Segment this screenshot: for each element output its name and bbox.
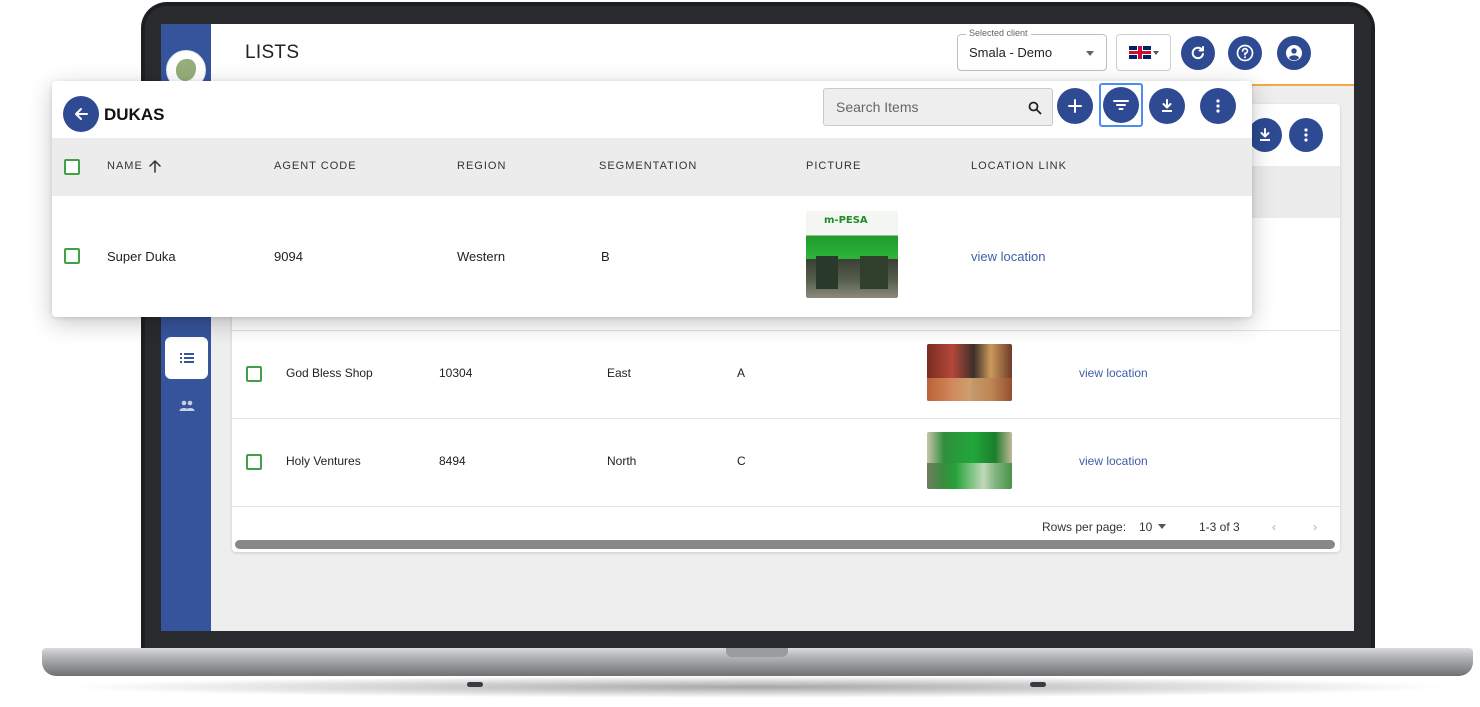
pagination: Rows per page: 10 1-3 of 3 ‹ › <box>232 506 1340 540</box>
plus-icon <box>1068 99 1082 113</box>
cell-segmentation: A <box>737 366 746 380</box>
rows-per-page-label: Rows per page: <box>1042 520 1127 534</box>
search-placeholder: Search Items <box>836 99 919 115</box>
refresh-icon <box>1191 46 1204 60</box>
dukas-list-panel: DUKAS Search Items NAME AGENT CODE REGIO… <box>52 81 1252 317</box>
cell-region: East <box>607 366 632 380</box>
view-location-link[interactable]: view location <box>1079 454 1148 468</box>
cell-name: Holy Ventures <box>286 454 361 468</box>
laptop-notch <box>726 648 788 657</box>
laptop-foot <box>467 682 483 687</box>
panel-title: DUKAS <box>104 105 165 124</box>
next-page-icon[interactable]: › <box>1313 520 1317 534</box>
download-icon <box>1162 99 1172 112</box>
laptop-foot <box>1030 682 1046 687</box>
column-header-picture[interactable]: PICTURE <box>806 160 861 172</box>
cell-agent-code: 8494 <box>439 454 466 468</box>
client-select-value: Smala - Demo <box>969 45 1053 60</box>
list-icon <box>179 353 194 363</box>
column-header-region[interactable]: REGION <box>457 160 506 172</box>
prev-page-icon[interactable]: ‹ <box>1272 520 1276 534</box>
help-icon <box>1236 44 1254 62</box>
africa-map-icon <box>176 59 196 81</box>
shop-picture[interactable]: m-PESA <box>806 211 898 298</box>
arrow-left-icon <box>75 108 88 120</box>
rows-per-page-select[interactable]: 10 <box>1139 520 1152 534</box>
top-bar: LISTS Selected client Smala - Demo <box>211 24 1354 86</box>
back-button[interactable] <box>63 96 99 132</box>
sidebar-item-lists[interactable] <box>165 337 208 379</box>
cell-region: Western <box>457 249 506 264</box>
row-checkbox[interactable] <box>64 248 80 264</box>
shop-picture[interactable] <box>927 344 1012 401</box>
language-select[interactable] <box>1116 34 1171 71</box>
page-range: 1-3 of 3 <box>1199 520 1240 534</box>
row-checkbox[interactable] <box>246 454 262 470</box>
client-select-label: Selected client <box>966 28 1031 38</box>
download-icon <box>1260 128 1270 141</box>
refresh-button[interactable] <box>1181 36 1215 70</box>
filter-icon <box>1113 100 1129 110</box>
search-input[interactable]: Search Items <box>823 88 1053 126</box>
download-button[interactable] <box>1149 88 1185 124</box>
table-row[interactable]: Holy Ventures 8494 North C view location <box>232 418 1340 506</box>
table-header: NAME AGENT CODE REGION SEGMENTATION PICT… <box>52 138 1252 196</box>
cell-region: North <box>607 454 637 468</box>
more-vert-icon <box>1304 128 1308 142</box>
uk-flag-icon <box>1128 46 1151 59</box>
more-vert-icon <box>1216 99 1220 113</box>
chevron-down-icon <box>1086 51 1094 56</box>
arrow-up-icon[interactable] <box>148 159 162 173</box>
column-header-location-link[interactable]: LOCATION LINK <box>971 160 1067 172</box>
add-button[interactable] <box>1057 88 1093 124</box>
shop-picture[interactable] <box>927 432 1012 489</box>
cell-segmentation: C <box>737 454 746 468</box>
page-title: LISTS <box>245 42 300 63</box>
people-icon <box>179 400 194 411</box>
column-header-segmentation[interactable]: SEGMENTATION <box>599 160 697 172</box>
column-header-agent-code[interactable]: AGENT CODE <box>274 160 357 172</box>
cell-segmentation: B <box>601 249 610 264</box>
view-location-link[interactable]: view location <box>1079 366 1148 380</box>
panel-header: DUKAS Search Items <box>52 81 1252 138</box>
cell-agent-code: 10304 <box>439 366 473 380</box>
table-row[interactable]: Super Duka 9094 Western B m-PESA view lo… <box>52 196 1252 317</box>
account-button[interactable] <box>1277 36 1311 70</box>
cell-name: Super Duka <box>107 249 176 264</box>
search-icon <box>1028 101 1042 115</box>
shop-sign-text: m-PESA <box>824 215 868 226</box>
table-row[interactable]: God Bless Shop 10304 East A view locatio… <box>232 330 1340 418</box>
chevron-down-icon[interactable] <box>1158 524 1166 529</box>
cell-agent-code: 9094 <box>274 249 303 264</box>
account-icon <box>1286 45 1302 61</box>
row-checkbox[interactable] <box>246 366 262 382</box>
cell-name: God Bless Shop <box>286 366 373 380</box>
horizontal-scrollbar[interactable] <box>235 540 1335 549</box>
view-location-link[interactable]: view location <box>971 249 1045 264</box>
sidebar-item-users[interactable] <box>165 388 208 424</box>
select-all-checkbox[interactable] <box>64 159 80 175</box>
more-options-button[interactable] <box>1200 88 1236 124</box>
chevron-down-icon <box>1152 50 1159 55</box>
filter-button[interactable] <box>1103 87 1139 123</box>
download-button[interactable] <box>1248 118 1282 152</box>
column-header-name[interactable]: NAME <box>107 160 143 172</box>
more-options-button[interactable] <box>1289 118 1323 152</box>
help-button[interactable] <box>1228 36 1262 70</box>
filter-button-focused[interactable] <box>1099 83 1143 127</box>
client-select[interactable]: Selected client Smala - Demo <box>957 28 1107 71</box>
laptop-shadow <box>60 676 1455 698</box>
